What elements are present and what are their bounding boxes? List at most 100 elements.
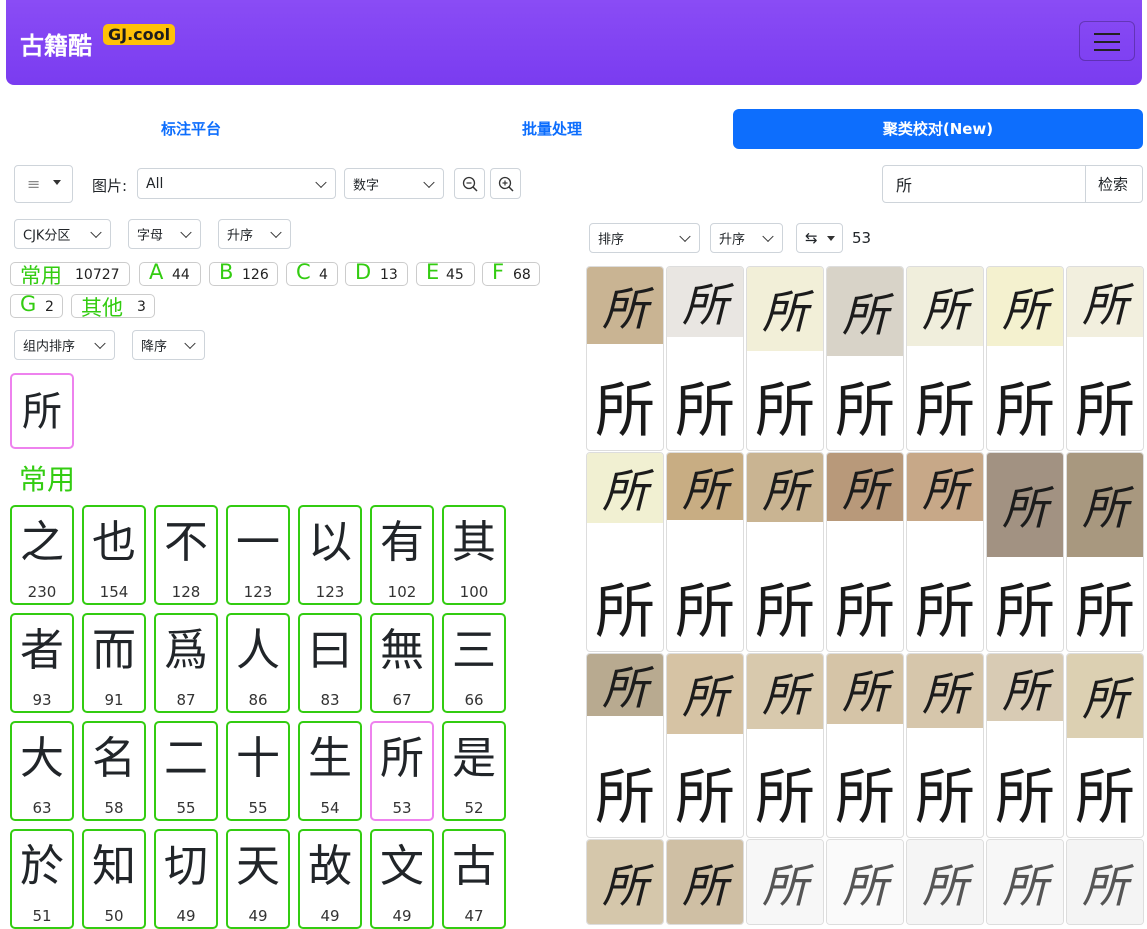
char-cell[interactable]: 人 86 bbox=[226, 613, 290, 713]
char-cell[interactable]: 以 123 bbox=[298, 505, 362, 605]
scan-image: 所 bbox=[747, 654, 823, 729]
group-order-select[interactable]: 降序 bbox=[132, 330, 205, 360]
char-cell[interactable]: 天 49 bbox=[226, 829, 290, 929]
char-cell[interactable]: 曰 83 bbox=[298, 613, 362, 713]
sample-cell[interactable]: 所所 bbox=[986, 266, 1064, 451]
char-cell[interactable]: 文 49 bbox=[370, 829, 434, 929]
zoom-in-button[interactable] bbox=[490, 168, 521, 199]
search-input[interactable]: 所 bbox=[882, 165, 1086, 203]
sample-cell[interactable]: 所所 bbox=[1066, 653, 1144, 838]
char-count: 49 bbox=[392, 907, 412, 925]
sample-cell[interactable]: 所所 bbox=[666, 452, 744, 652]
letter-filter-8[interactable]: 其他 3 bbox=[71, 294, 155, 320]
char-cell[interactable]: 三 66 bbox=[442, 613, 506, 713]
char-cell[interactable]: 是 52 bbox=[442, 721, 506, 821]
selected-char[interactable]: 所 bbox=[10, 373, 74, 449]
scan-image: 所 bbox=[1067, 654, 1143, 738]
tab-batch[interactable]: 批量处理 bbox=[372, 109, 732, 149]
zoom-out-button[interactable] bbox=[454, 168, 485, 199]
char-cell[interactable]: 二 55 bbox=[154, 721, 218, 821]
char-cell[interactable]: 其 100 bbox=[442, 505, 506, 605]
char-count: 87 bbox=[176, 691, 196, 709]
sample-cell[interactable]: 所所 bbox=[1066, 266, 1144, 451]
letter-filter-7[interactable]: G2 bbox=[10, 292, 63, 318]
swap-dropdown[interactable]: ⇆ bbox=[796, 223, 843, 253]
char-cell[interactable]: 古 47 bbox=[442, 829, 506, 929]
scan-image: 所 bbox=[907, 840, 983, 924]
chevron-down-icon bbox=[762, 230, 774, 243]
letter-filter-0[interactable]: 常用 10727 bbox=[10, 262, 130, 288]
sample-cell[interactable]: 所 bbox=[1066, 839, 1144, 925]
char-cell[interactable]: 十 55 bbox=[226, 721, 290, 821]
char-cell[interactable]: 有 102 bbox=[370, 505, 434, 605]
char-cell[interactable]: 切 49 bbox=[154, 829, 218, 929]
char-cell[interactable]: 所 53 bbox=[370, 721, 434, 821]
sample-cell[interactable]: 所 bbox=[906, 839, 984, 925]
char-cell[interactable]: 爲 87 bbox=[154, 613, 218, 713]
brand-logo[interactable]: 古籍酷 bbox=[20, 26, 92, 61]
sample-cell[interactable]: 所所 bbox=[586, 452, 664, 652]
sample-cell[interactable]: 所 bbox=[586, 839, 664, 925]
sample-cell[interactable]: 所所 bbox=[746, 266, 824, 451]
typed-glyph: 所 bbox=[675, 763, 735, 833]
sample-cell[interactable]: 所所 bbox=[826, 653, 904, 838]
order-select[interactable]: 升序 bbox=[218, 219, 291, 249]
menu-toggle-button[interactable] bbox=[1079, 21, 1135, 61]
sample-cell[interactable]: 所 bbox=[746, 839, 824, 925]
group-sort-select[interactable]: 组内排序 bbox=[14, 330, 115, 360]
sample-cell[interactable]: 所所 bbox=[746, 653, 824, 838]
letter-filter-6[interactable]: F 68 bbox=[482, 260, 540, 286]
char-cell[interactable]: 大 63 bbox=[10, 721, 74, 821]
char-cell[interactable]: 一 123 bbox=[226, 505, 290, 605]
sample-cell[interactable]: 所所 bbox=[906, 653, 984, 838]
image-select[interactable]: All bbox=[137, 168, 336, 199]
sample-cell[interactable]: 所所 bbox=[986, 452, 1064, 652]
letter-filter-3[interactable]: C4 bbox=[286, 260, 338, 286]
letter-filter-2[interactable]: B 126 bbox=[209, 260, 278, 286]
char-cell[interactable]: 之 230 bbox=[10, 505, 74, 605]
char-cell[interactable]: 不 128 bbox=[154, 505, 218, 605]
char-glyph: 故 bbox=[308, 841, 352, 892]
sort-select[interactable]: 排序 bbox=[589, 223, 700, 253]
sample-cell[interactable]: 所所 bbox=[666, 653, 744, 838]
typed-glyph: 所 bbox=[755, 577, 815, 647]
sample-cell[interactable]: 所所 bbox=[746, 452, 824, 652]
sample-cell[interactable]: 所所 bbox=[826, 452, 904, 652]
char-cell[interactable]: 而 91 bbox=[82, 613, 146, 713]
char-cell[interactable]: 故 49 bbox=[298, 829, 362, 929]
search-button[interactable]: 检索 bbox=[1085, 165, 1143, 203]
scan-image: 所 bbox=[667, 453, 743, 520]
tab-cluster[interactable]: 聚类校对(New) bbox=[733, 109, 1143, 149]
sample-cell[interactable]: 所所 bbox=[986, 653, 1064, 838]
sort-order-select[interactable]: 升序 bbox=[710, 223, 783, 253]
sample-cell[interactable]: 所所 bbox=[826, 266, 904, 451]
sample-cell[interactable]: 所所 bbox=[586, 266, 664, 451]
sample-cell[interactable]: 所 bbox=[666, 839, 744, 925]
letter-filter-4[interactable]: D 13 bbox=[345, 260, 408, 286]
sample-cell[interactable]: 所 bbox=[826, 839, 904, 925]
char-cell[interactable]: 者 93 bbox=[10, 613, 74, 713]
char-cell[interactable]: 於 51 bbox=[10, 829, 74, 929]
tab-annotation[interactable]: 标注平台 bbox=[10, 109, 372, 149]
sample-cell[interactable]: 所所 bbox=[1066, 452, 1144, 652]
scan-image: 所 bbox=[1067, 840, 1143, 924]
cjk-select[interactable]: CJK分区 bbox=[14, 219, 111, 249]
char-glyph: 也 bbox=[92, 517, 136, 568]
char-cell[interactable]: 生 54 bbox=[298, 721, 362, 821]
sample-cell[interactable]: 所所 bbox=[906, 266, 984, 451]
letter-select[interactable]: 字母 bbox=[128, 219, 201, 249]
sample-cell[interactable]: 所所 bbox=[586, 653, 664, 838]
scan-image: 所 bbox=[1067, 453, 1143, 557]
char-cell[interactable]: 名 58 bbox=[82, 721, 146, 821]
char-cell[interactable]: 知 50 bbox=[82, 829, 146, 929]
sample-cell[interactable]: 所所 bbox=[666, 266, 744, 451]
list-menu-dropdown[interactable]: ≡ bbox=[14, 165, 73, 203]
letter-filter-5[interactable]: E 45 bbox=[416, 260, 475, 286]
mode-select[interactable]: 数字 bbox=[344, 168, 444, 199]
letter-filter-1[interactable]: A 44 bbox=[139, 260, 201, 286]
chevron-down-icon bbox=[270, 226, 282, 239]
sample-cell[interactable]: 所所 bbox=[906, 452, 984, 652]
char-cell[interactable]: 無 67 bbox=[370, 613, 434, 713]
char-cell[interactable]: 也 154 bbox=[82, 505, 146, 605]
sample-cell[interactable]: 所 bbox=[986, 839, 1064, 925]
